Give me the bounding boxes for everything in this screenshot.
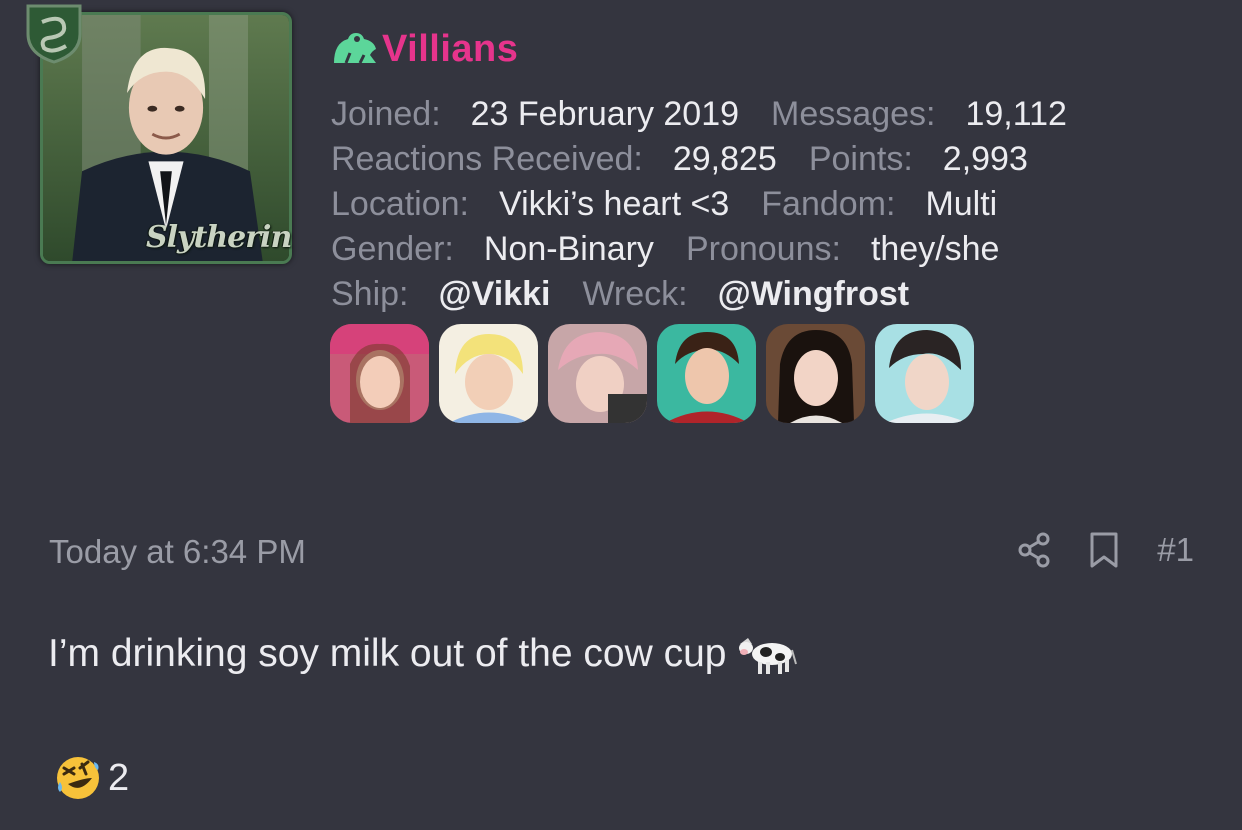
user-info: Joined: 23 February 2019 Messages: 19,11… (331, 92, 1211, 317)
wreck-mention-link[interactable]: @Wingfrost (718, 272, 909, 317)
ship-label: Ship: (331, 275, 409, 313)
info-row-gender: Gender: Non-Binary Pronouns: they/she (331, 227, 1211, 272)
reaction-count: 2 (108, 756, 130, 799)
post-message: I’m drinking soy milk out of the cow cup (48, 630, 798, 678)
info-row-location: Location: Vikki’s heart <3 Fandom: Multi (331, 182, 1211, 227)
gender-value: Non-Binary (483, 230, 654, 268)
fandom-label: Fandom: (761, 185, 896, 223)
info-row-reactions: Reactions Received: 29,825 Points: 2,993 (331, 137, 1211, 182)
points-value[interactable]: 2,993 (943, 137, 1028, 182)
post-text: I’m drinking soy milk out of the cow cup (48, 632, 727, 675)
bookmark-icon[interactable] (1087, 530, 1121, 570)
wreck-label: Wreck: (582, 275, 688, 313)
thumbnail-image (657, 324, 756, 423)
post-page: Slytherin Villians Joined: 23 February 2… (0, 0, 1242, 830)
user-name-row[interactable]: Villians (330, 26, 518, 72)
joined-value: 23 February 2019 (470, 95, 740, 133)
slytherin-crest-icon (26, 4, 82, 64)
pronouns-value: they/she (870, 230, 1000, 268)
messages-label: Messages: (771, 95, 936, 133)
thumbnail-image (439, 324, 538, 423)
gender-label: Gender: (331, 230, 454, 268)
location-label: Location: (331, 185, 469, 223)
thumbnail-image (766, 324, 865, 423)
reaction-summary[interactable]: 2 (54, 754, 129, 802)
info-row-joined: Joined: 23 February 2019 Messages: 19,11… (331, 92, 1211, 137)
info-row-ship: Ship: @Vikki Wreck: @Wingfrost (331, 272, 1211, 317)
thumbnail-image (875, 324, 974, 423)
post-number-link[interactable]: #1 (1157, 531, 1194, 569)
ship-mention-link[interactable]: @Vikki (439, 272, 551, 317)
reactions-label: Reactions Received: (331, 140, 643, 178)
post-actions: #1 (1017, 530, 1194, 570)
signature-thumbnails (330, 324, 974, 423)
joined-label: Joined: (331, 95, 441, 133)
fandom-value: Multi (925, 185, 998, 223)
thumbnail-image (548, 324, 647, 423)
points-label: Points: (808, 140, 913, 178)
reactions-value: 29,825 (672, 140, 777, 178)
user-avatar[interactable]: Slytherin (22, 0, 292, 272)
cow-icon (739, 638, 798, 674)
rolling-laughing-icon (57, 757, 99, 799)
avatar-caption: Slytherin (146, 220, 292, 255)
frog-icon (334, 33, 376, 64)
pronouns-label: Pronouns: (685, 230, 841, 268)
thumbnail-image (330, 324, 429, 423)
user-name-link[interactable]: Villians (382, 28, 518, 71)
location-value: Vikki’s heart <3 (499, 185, 730, 223)
post-timestamp[interactable]: Today at 6:34 PM (49, 533, 306, 571)
messages-value[interactable]: 19,112 (965, 92, 1066, 137)
share-icon[interactable] (1017, 530, 1051, 570)
